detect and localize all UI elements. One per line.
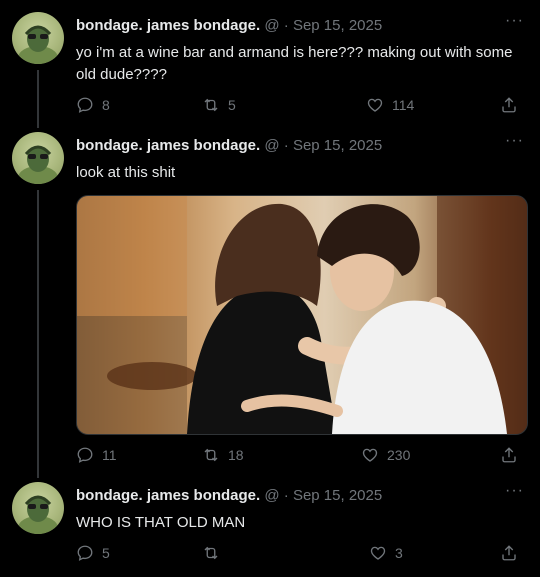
share-button[interactable]: [500, 96, 526, 114]
avatar-image: [18, 145, 58, 184]
tweet-date[interactable]: Sep 15, 2025: [293, 487, 382, 504]
tweet-header: bondage. james bondage. @ · Sep 15, 2025: [76, 487, 382, 504]
handle[interactable]: @: [264, 137, 279, 154]
more-options-icon[interactable]: ···: [505, 482, 524, 500]
retweet-count: 5: [228, 97, 236, 113]
like-button[interactable]: 230: [361, 446, 410, 464]
retweet-icon: [204, 546, 218, 560]
tweet-photo[interactable]: [76, 195, 528, 435]
heart-icon: [362, 448, 378, 462]
tweet-text: look at this shit: [76, 164, 176, 181]
heart-icon: [367, 98, 383, 112]
like-button[interactable]: 3: [369, 544, 403, 562]
reply-icon: [77, 97, 93, 113]
photo-image: [77, 196, 527, 434]
share-icon: [502, 447, 516, 463]
tweet-date[interactable]: Sep 15, 2025: [293, 137, 382, 154]
avatar[interactable]: [12, 12, 64, 64]
reply-icon: [77, 447, 93, 463]
display-name[interactable]: bondage. james bondage.: [76, 487, 260, 504]
display-name[interactable]: bondage. james bondage.: [76, 137, 260, 154]
handle[interactable]: @: [264, 487, 279, 504]
tweet[interactable]: bondage. james bondage. @ · Sep 15, 2025…: [0, 0, 540, 130]
tweet-date[interactable]: Sep 15, 2025: [293, 17, 382, 34]
share-button[interactable]: [500, 446, 526, 464]
share-button[interactable]: [500, 544, 526, 562]
retweet-count: 18: [228, 447, 244, 463]
separator: ·: [283, 17, 289, 34]
tweet-actions: 8 5 114: [76, 96, 526, 118]
tweet-header: bondage. james bondage. @ · Sep 15, 2025: [76, 137, 382, 154]
reply-count: 5: [102, 545, 110, 561]
avatar[interactable]: [12, 132, 64, 184]
tweet[interactable]: bondage. james bondage. @ · Sep 15, 2025…: [0, 480, 540, 577]
share-icon: [502, 545, 516, 561]
like-count: 114: [392, 97, 415, 113]
reply-count: 8: [102, 97, 110, 113]
separator: ·: [283, 137, 289, 154]
separator: ·: [283, 487, 289, 504]
reply-button[interactable]: 11: [76, 446, 117, 464]
avatar-image: [18, 495, 58, 534]
reply-button[interactable]: 8: [76, 96, 110, 114]
tweet-text: WHO IS THAT OLD MAN: [76, 514, 246, 531]
tweet-header: bondage. james bondage. @ · Sep 15, 2025: [76, 17, 382, 34]
retweet-button[interactable]: 5: [202, 96, 236, 114]
reply-icon: [77, 545, 93, 561]
heart-icon: [370, 546, 386, 560]
like-count: 3: [395, 545, 403, 561]
retweet-icon: [204, 448, 218, 462]
retweet-icon: [204, 98, 218, 112]
display-name[interactable]: bondage. james bondage.: [76, 17, 260, 34]
retweet-button[interactable]: 18: [202, 446, 244, 464]
tweet-text: yo i'm at a wine bar and armand is here?…: [76, 44, 513, 83]
tweet[interactable]: bondage. james bondage. @ · Sep 15, 2025…: [0, 130, 540, 480]
reply-count: 11: [102, 447, 117, 463]
like-button[interactable]: 114: [366, 96, 414, 114]
tweet-actions: 5 3: [76, 544, 526, 566]
tweet-actions: 11 18 230: [76, 446, 526, 468]
handle[interactable]: @: [264, 17, 279, 34]
avatar[interactable]: [12, 482, 64, 534]
retweet-button[interactable]: [202, 544, 228, 562]
more-options-icon[interactable]: ···: [505, 132, 524, 150]
like-count: 230: [387, 447, 411, 463]
more-options-icon[interactable]: ···: [505, 12, 524, 30]
avatar-image: [18, 25, 58, 64]
reply-button[interactable]: 5: [76, 544, 110, 562]
share-icon: [502, 97, 516, 113]
